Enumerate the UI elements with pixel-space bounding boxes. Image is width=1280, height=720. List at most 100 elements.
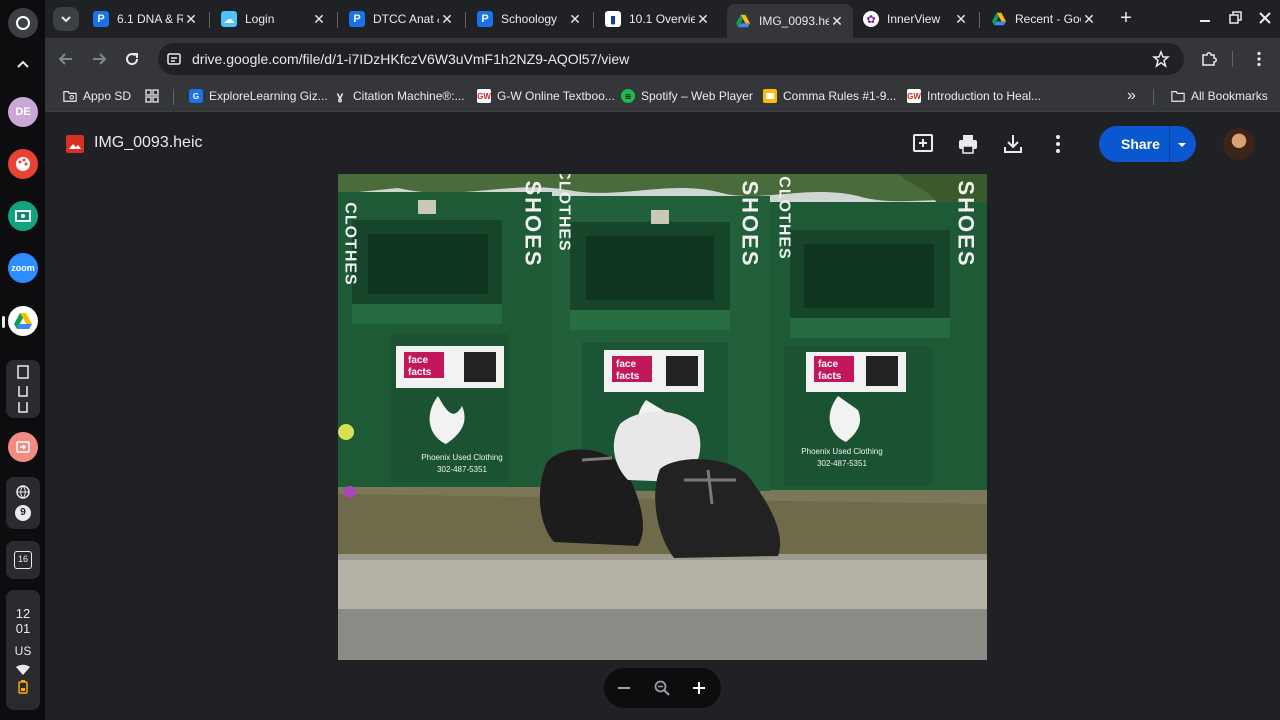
reload-button[interactable] bbox=[123, 50, 141, 68]
svg-text:face: face bbox=[616, 359, 636, 370]
tab-6-1-dna[interactable]: P 6.1 DNA & R ✕ bbox=[85, 6, 207, 32]
shelf-app-profile[interactable]: DE bbox=[8, 97, 38, 127]
tab-divider bbox=[209, 12, 210, 28]
shelf-app-screencast[interactable] bbox=[8, 432, 38, 462]
close-icon[interactable]: ✕ bbox=[829, 13, 845, 29]
tab-title: Schoology bbox=[501, 12, 558, 26]
close-icon[interactable]: ✕ bbox=[311, 11, 327, 27]
close-icon bbox=[1259, 12, 1271, 24]
bookmark-intro-health[interactable]: GW Introduction to Heal... bbox=[907, 86, 1041, 106]
share-button[interactable]: Share bbox=[1099, 126, 1196, 162]
close-icon[interactable]: ✕ bbox=[567, 11, 583, 27]
close-window-button[interactable] bbox=[1257, 10, 1273, 26]
magnifier-icon bbox=[654, 680, 670, 696]
bookmark-apps[interactable] bbox=[145, 86, 159, 106]
tab-title: Login bbox=[245, 12, 275, 26]
chromeos-shelf: DE zoom 9 16 12 01 US bbox=[0, 0, 45, 720]
bookmark-label: All Bookmarks bbox=[1191, 89, 1268, 103]
calendar-tray[interactable]: 16 bbox=[6, 541, 40, 579]
zoom-out-button[interactable] bbox=[616, 680, 632, 696]
chrome-menu-button[interactable] bbox=[1250, 50, 1268, 68]
new-tab-button[interactable]: + bbox=[1115, 8, 1137, 30]
download-button[interactable] bbox=[1001, 132, 1025, 156]
notification-count: 9 bbox=[20, 507, 26, 518]
more-actions-button[interactable] bbox=[1046, 132, 1070, 156]
bookmark-explorelearning[interactable]: G ExploreLearning Giz... bbox=[189, 86, 328, 106]
url-text[interactable]: drive.google.com/file/d/1-i7IDzHKfczV6W3… bbox=[192, 51, 629, 67]
bookmark-gw-online-textbook[interactable]: GW G-W Online Textboo... bbox=[477, 86, 615, 106]
launcher-button[interactable] bbox=[8, 8, 38, 38]
bookmark-citation-machine[interactable]: ɣ Citation Machine®:... bbox=[333, 86, 465, 106]
bookmark-spotify[interactable]: ≋ Spotify – Web Player bbox=[621, 86, 753, 106]
tab-innerview[interactable]: ✿ InnerView ✕ bbox=[855, 6, 977, 32]
share-split-divider bbox=[1169, 126, 1170, 162]
bookmark-label: Appo SD bbox=[83, 89, 132, 103]
bin-word-clothes: CLOTHES bbox=[342, 202, 359, 285]
site-info-button[interactable] bbox=[166, 51, 182, 67]
shelf-app-google-drive[interactable] bbox=[8, 306, 38, 336]
add-to-drive-button[interactable] bbox=[911, 132, 935, 156]
tab-divider bbox=[465, 12, 466, 28]
photo-preview: SHOES CLOTHES SHOES CLOTHES SHOES CLOTHE… bbox=[338, 174, 987, 660]
bookmark-divider bbox=[1153, 89, 1154, 105]
minimize-button[interactable] bbox=[1197, 10, 1213, 26]
close-icon[interactable]: ✕ bbox=[1081, 11, 1097, 27]
tab-10-1-overview[interactable]: ▮ 10.1 Overvie ✕ bbox=[597, 6, 719, 32]
site-info-icon bbox=[167, 53, 181, 65]
address-bar[interactable]: drive.google.com/file/d/1-i7IDzHKfczV6W3… bbox=[158, 43, 1184, 75]
status-tray[interactable]: 12 01 US bbox=[6, 590, 40, 710]
tab-schoology[interactable]: P Schoology ✕ bbox=[469, 6, 591, 32]
bin-word-shoes: SHOES bbox=[521, 180, 546, 267]
restore-icon bbox=[1229, 11, 1242, 24]
shelf-app-palette[interactable] bbox=[8, 149, 38, 179]
tab-img-0093[interactable]: IMG_0093.he ✕ bbox=[727, 4, 853, 38]
tab-dtcc-anat[interactable]: P DTCC Anat & ✕ bbox=[341, 6, 463, 32]
tab-title: InnerView bbox=[887, 12, 941, 26]
battery-icon bbox=[18, 680, 28, 694]
globe-icon bbox=[16, 485, 30, 499]
puzzle-icon bbox=[1202, 52, 1217, 66]
account-avatar[interactable] bbox=[1223, 128, 1255, 160]
back-button[interactable] bbox=[57, 50, 75, 68]
toolbar-divider bbox=[1232, 51, 1233, 67]
notification-tray[interactable]: 9 bbox=[6, 477, 40, 529]
pearson-icon: P bbox=[93, 11, 109, 27]
shelf-app-zoom[interactable]: zoom bbox=[8, 253, 38, 283]
svg-text:face: face bbox=[408, 355, 428, 366]
tab-search-button[interactable] bbox=[53, 7, 79, 31]
close-icon[interactable]: ✕ bbox=[439, 11, 455, 27]
shelf-pinned-group[interactable] bbox=[6, 360, 40, 418]
classroom-icon bbox=[15, 210, 31, 222]
folder-search-icon bbox=[63, 91, 77, 102]
bookmark-appo-sd[interactable]: Appo SD bbox=[63, 86, 131, 106]
tab-login[interactable]: ☁ Login ✕ bbox=[213, 6, 335, 32]
share-options-button[interactable] bbox=[1175, 138, 1189, 150]
bookmark-star-button[interactable] bbox=[1152, 49, 1170, 68]
tab-recent-google-drive[interactable]: Recent - Goo ✕ bbox=[983, 6, 1105, 32]
bookmark-comma-rules[interactable]: Comma Rules #1-9... bbox=[763, 86, 896, 106]
close-icon[interactable]: ✕ bbox=[183, 11, 199, 27]
locale-label: US bbox=[14, 644, 32, 658]
all-bookmarks-button[interactable]: All Bookmarks bbox=[1171, 86, 1268, 106]
book-icon: ▮ bbox=[605, 11, 621, 27]
shelf-app-classroom[interactable] bbox=[8, 201, 38, 231]
close-icon[interactable]: ✕ bbox=[953, 11, 969, 27]
circle-icon bbox=[16, 16, 30, 30]
bookmark-label: G-W Online Textboo... bbox=[497, 89, 615, 103]
arrow-right-icon bbox=[93, 53, 107, 65]
zoom-in-button[interactable] bbox=[691, 680, 707, 696]
bookmarks-overflow-button[interactable]: » bbox=[1127, 86, 1136, 106]
chrome-browser-window: P 6.1 DNA & R ✕ ☁ Login ✕ P DTCC Anat & … bbox=[45, 0, 1280, 720]
plus-icon bbox=[693, 682, 705, 694]
tab-title: 6.1 DNA & R bbox=[117, 12, 183, 26]
print-button[interactable] bbox=[956, 132, 980, 156]
restore-button[interactable] bbox=[1227, 10, 1243, 26]
close-icon[interactable]: ✕ bbox=[695, 11, 711, 27]
zoom-reset-button[interactable] bbox=[653, 679, 671, 697]
shelf-collapse-chevron-icon[interactable] bbox=[14, 56, 32, 74]
printer-icon bbox=[959, 135, 977, 154]
svg-text:face: face bbox=[818, 359, 838, 370]
zoom-label: zoom bbox=[11, 263, 35, 273]
forward-button[interactable] bbox=[90, 50, 108, 68]
extensions-button[interactable] bbox=[1200, 50, 1218, 68]
